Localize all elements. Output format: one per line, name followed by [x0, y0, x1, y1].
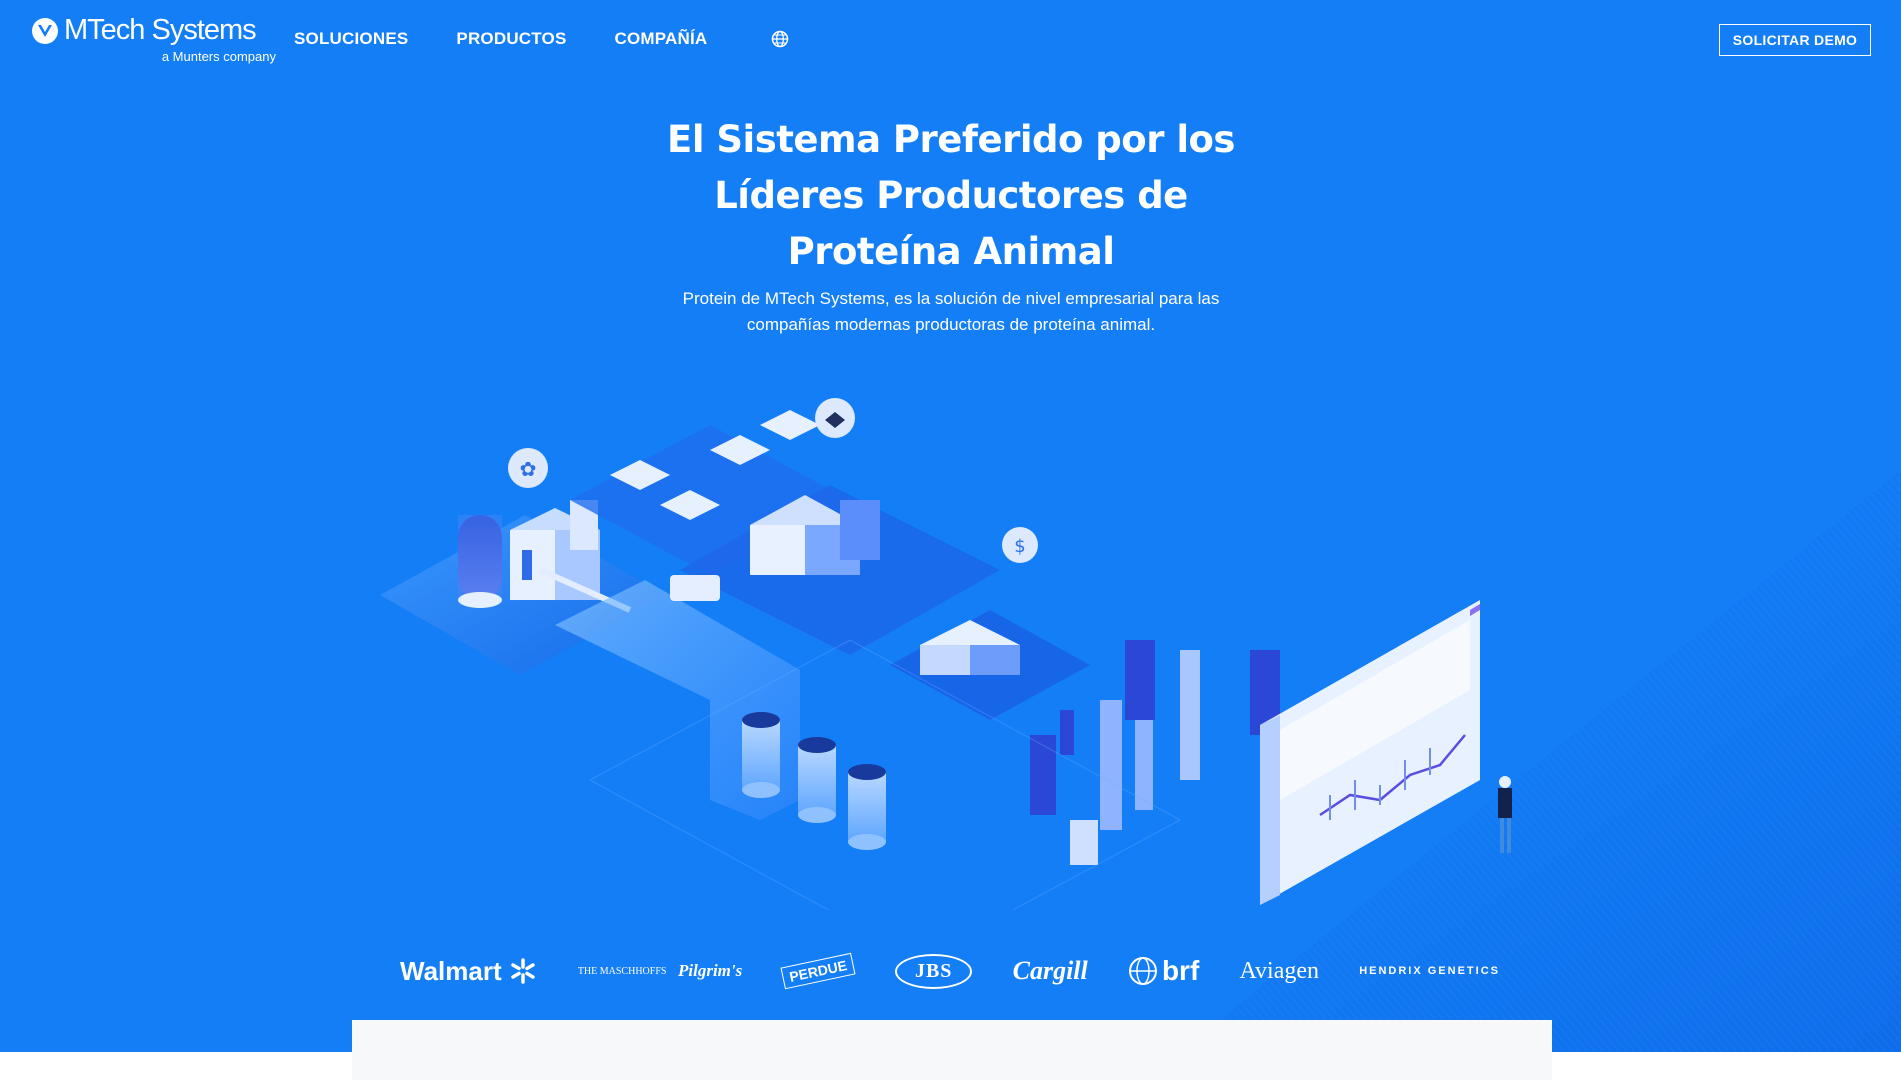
site-header: MTech Systems a Munters company SOLUCION… [0, 0, 1901, 80]
nav-productos[interactable]: PRODUCTOS [456, 29, 566, 49]
isometric-protein-supply-chain-illustration: ✿ $ [380, 398, 1512, 910]
brf-logo-text: brf [1161, 955, 1200, 986]
nav-compania[interactable]: COMPAÑÍA [615, 29, 708, 49]
jbs-logo: JBS [894, 953, 973, 989]
svg-text:$: $ [1014, 536, 1025, 557]
walmart-logo-text: Walmart [400, 955, 502, 986]
brf-logo: brf [1128, 955, 1199, 987]
person-figure [1498, 776, 1512, 853]
nav-soluciones[interactable]: SOLUCIONES [294, 29, 408, 49]
pilgrims-logo: Pilgrim's [678, 961, 743, 980]
logo-name: MTech Systems [64, 14, 257, 46]
client-logos: Walmart THE MASCHHOFFS Pilgrim's PERDUE … [400, 946, 1500, 996]
silo-cluster [742, 712, 886, 850]
mtech-logo-icon [32, 18, 58, 44]
aviagen-logo: Aviagen [1239, 957, 1319, 984]
walmart-spark-icon [510, 958, 535, 984]
dashboard-panel [1260, 600, 1480, 905]
mtech-logo[interactable]: MTech Systems a Munters company [30, 14, 276, 68]
main-nav: SOLUCIONES PRODUCTOS COMPAÑÍA [294, 29, 789, 49]
walmart-logo: Walmart [400, 956, 538, 987]
request-demo-button[interactable]: SOLICITAR DEMO [1719, 24, 1871, 56]
maschhoffs-logo-text: THE MASCHHOFFS [577, 965, 667, 977]
content-card [352, 1020, 1552, 1080]
hero-title: El Sistema Preferido por los Líderes Pro… [667, 118, 1235, 273]
hero-section: MTech Systems a Munters company SOLUCION… [0, 0, 1901, 1052]
brf-globe-icon [1128, 957, 1157, 985]
cargill-logo: Cargill [1012, 956, 1088, 985]
perdue-logo: PERDUE [780, 952, 857, 990]
hendrix-genetics-logo: HENDRIX GENETICS [1359, 965, 1500, 977]
hero-subtitle: Protein de MTech Systems, es la solución… [682, 289, 1220, 334]
globe-icon[interactable] [771, 30, 789, 48]
maschhoffs-logo: THE MASCHHOFFS [577, 965, 667, 977]
svg-text:✿: ✿ [520, 457, 537, 481]
logo-tagline: a Munters company [161, 49, 276, 64]
